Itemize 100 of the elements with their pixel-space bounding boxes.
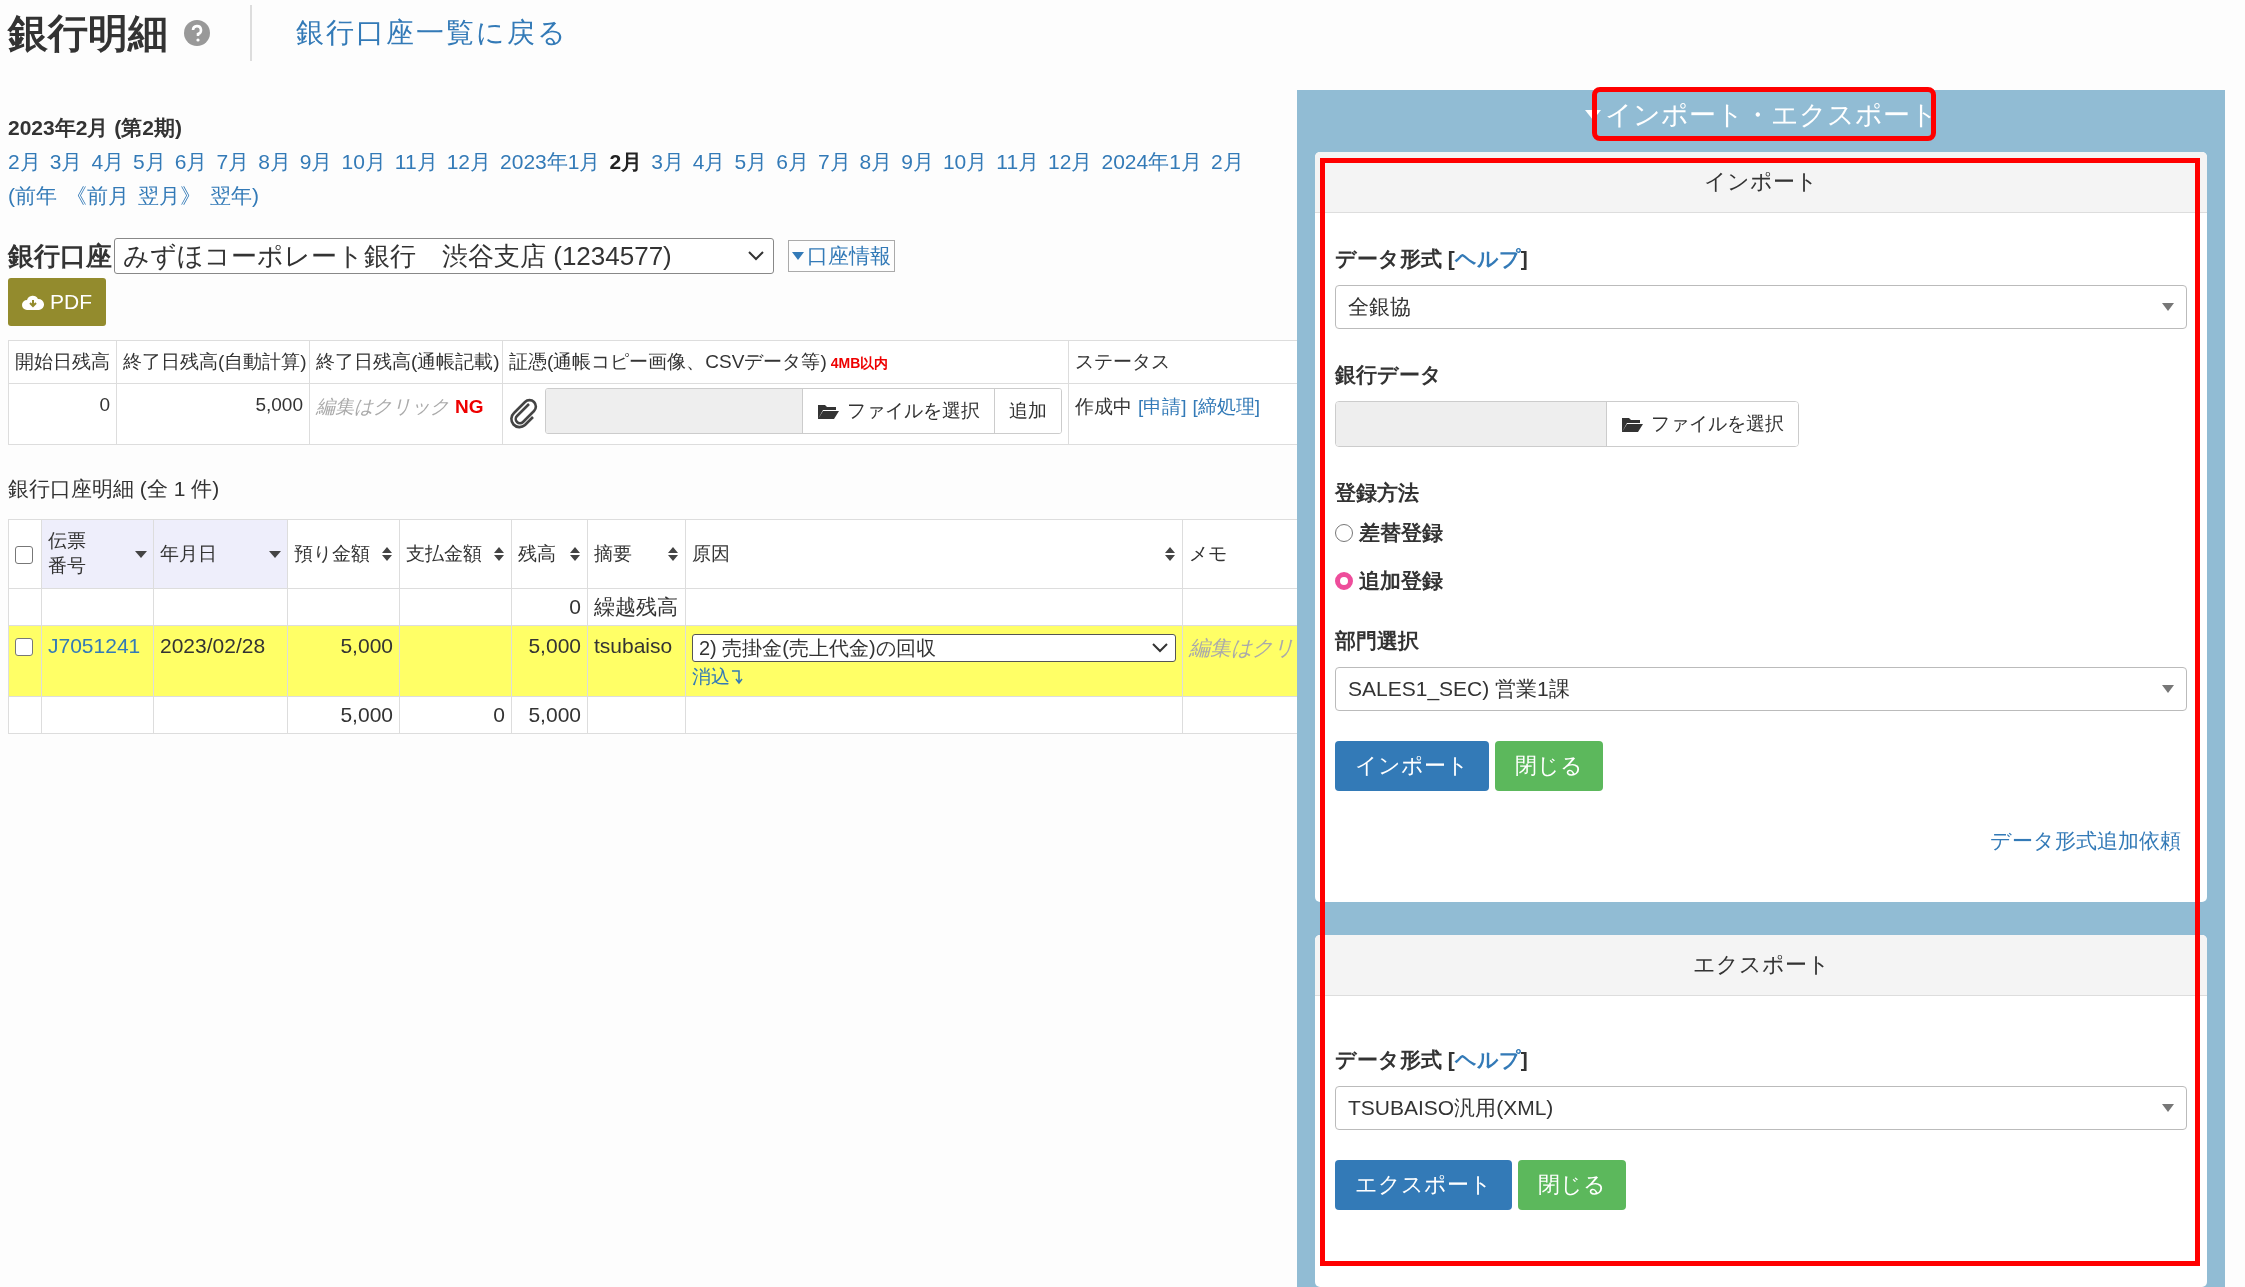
- request-link[interactable]: データ形式追加依頼: [1990, 829, 2181, 852]
- column-header[interactable]: 年月日: [160, 541, 217, 567]
- column-header: ステータス: [1068, 340, 1297, 384]
- dropdown-select[interactable]: TSUBAISO汎用(XML): [1335, 1086, 2187, 1130]
- period-nav-link[interactable]: (前年: [8, 182, 57, 210]
- month-link[interactable]: 3月: [49, 148, 83, 176]
- checkbox[interactable]: [15, 546, 33, 564]
- status-text: NG: [455, 396, 484, 417]
- help-link[interactable]: ヘルプ: [1454, 247, 1521, 270]
- period-nav-link[interactable]: 翌年): [210, 182, 259, 210]
- caret-icon: [2162, 685, 2174, 693]
- page-title: 銀行明細: [8, 9, 168, 57]
- dropdown-select[interactable]: SALES1_SEC) 営業1課: [1335, 667, 2187, 711]
- column-header[interactable]: 摘要: [594, 541, 632, 567]
- caret-icon: [2162, 1104, 2174, 1112]
- field-label: 登録方法: [1335, 480, 1420, 506]
- column-header[interactable]: 原因: [692, 541, 730, 567]
- pdf-button[interactable]: PDF: [8, 278, 106, 326]
- month-link[interactable]: 12月: [446, 148, 492, 176]
- field-label: 銀行口座: [8, 239, 112, 273]
- file-name-field[interactable]: [1336, 402, 1607, 446]
- radio-option[interactable]: 差替登録: [1335, 519, 2187, 547]
- section-title: 銀行口座明細 (全 1 件): [8, 476, 221, 502]
- caret-icon: [2162, 303, 2174, 311]
- status-text: 作成中: [1075, 395, 1132, 419]
- table-cell: 繰越残高: [587, 588, 686, 626]
- field-label: データ形式 [: [1335, 1048, 1455, 1071]
- edit-placeholder[interactable]: 編集はクリック: [316, 396, 449, 417]
- month-link[interactable]: 2月: [8, 148, 41, 176]
- help-icon: [184, 20, 210, 46]
- field-label: 銀行データ: [1335, 362, 1443, 388]
- caret-icon: [792, 251, 804, 261]
- paperclip-icon: [509, 398, 539, 430]
- column-header[interactable]: 残高: [518, 541, 556, 567]
- month-link[interactable]: 5月: [734, 148, 768, 176]
- cause-select[interactable]: 2) 売掛金(売上代金)の回収: [692, 634, 1176, 662]
- cloud-download-icon: [22, 293, 44, 311]
- column-header[interactable]: メモ: [1189, 541, 1227, 567]
- chevron-icon: [1151, 642, 1169, 654]
- sort-caret-icon: [269, 549, 281, 559]
- file-name-field[interactable]: [546, 389, 803, 433]
- table-cell: 2023/02/28: [153, 625, 288, 697]
- field-label: データ形式 [: [1335, 247, 1455, 270]
- month-link[interactable]: 12月: [1048, 148, 1093, 176]
- month-link[interactable]: 4月: [91, 148, 125, 176]
- help-link[interactable]: ヘルプ: [1454, 1048, 1521, 1071]
- month-link[interactable]: 8月: [859, 148, 893, 176]
- period-nav-link[interactable]: 翌月》: [138, 182, 201, 210]
- import-button[interactable]: インポート: [1335, 741, 1489, 791]
- total-cell: 0: [399, 696, 512, 734]
- radio-option[interactable]: 追加登録: [1335, 567, 2187, 595]
- close-button[interactable]: 閉じる: [1495, 741, 1603, 791]
- month-link[interactable]: 4月: [692, 148, 726, 176]
- table-cell: 5,000: [511, 625, 588, 697]
- status-link[interactable]: [申請]: [1138, 394, 1187, 420]
- close-button[interactable]: 閉じる: [1518, 1160, 1626, 1210]
- sort-icon: [1164, 546, 1176, 562]
- month-link[interactable]: 2月: [1210, 148, 1244, 176]
- month-link[interactable]: 8月: [258, 148, 291, 176]
- total-cell: 5,000: [511, 696, 588, 734]
- table-cell: 5,000: [287, 625, 400, 697]
- month-link[interactable]: 6月: [776, 148, 809, 176]
- month-link[interactable]: 2023年1月: [500, 148, 601, 176]
- period-nav-link[interactable]: 《前月: [66, 182, 129, 210]
- month-link[interactable]: 7月: [817, 148, 851, 176]
- back-link[interactable]: 銀行口座一覧に戻る: [296, 14, 568, 52]
- month-link[interactable]: 11月: [394, 148, 438, 176]
- month-link[interactable]: 11月: [996, 148, 1040, 176]
- column-header: 終了日残高(通帳記載): [309, 340, 503, 384]
- month-link[interactable]: 2024年1月: [1101, 148, 1202, 176]
- month-link[interactable]: 10月: [341, 148, 386, 176]
- table-cell: 0: [8, 383, 117, 445]
- month-link[interactable]: 2月: [609, 148, 643, 176]
- clear-link[interactable]: 消込: [692, 664, 1176, 690]
- field-label: 部門選択: [1335, 628, 1420, 654]
- month-link[interactable]: 9月: [299, 148, 333, 176]
- bracket-text: ]: [1520, 1048, 1528, 1071]
- account-select[interactable]: みずほコーポレート銀行 渋谷支店 (1234577): [114, 238, 774, 274]
- account-info-link[interactable]: 口座情報: [788, 240, 895, 272]
- column-header: 終了日残高(自動計算): [116, 340, 310, 384]
- table-cell: 5,000: [116, 383, 310, 445]
- caret-icon: [1584, 109, 1601, 121]
- folder-icon: [817, 402, 839, 420]
- month-link[interactable]: 10月: [942, 148, 988, 176]
- month-link[interactable]: 5月: [133, 148, 166, 176]
- sort-icon: [569, 546, 581, 562]
- total-cell: 5,000: [287, 696, 400, 734]
- period-title: 2023年2月 (第2期): [8, 115, 183, 141]
- status-link[interactable]: [締処理]: [1192, 394, 1261, 420]
- column-header: 証憑(通帳コピー画像、CSVデータ等): [509, 351, 827, 372]
- month-link[interactable]: 9月: [901, 148, 934, 176]
- checkbox[interactable]: [15, 638, 33, 657]
- return-arrow-icon: [731, 669, 743, 685]
- table-cell: 0: [511, 588, 588, 626]
- month-link[interactable]: 7月: [216, 148, 250, 176]
- chevron-icon: [747, 250, 765, 262]
- dropdown-select[interactable]: 全銀協: [1335, 285, 2187, 329]
- month-link[interactable]: 6月: [174, 148, 208, 176]
- month-link[interactable]: 3月: [651, 148, 684, 176]
- export-button[interactable]: エクスポート: [1335, 1160, 1512, 1210]
